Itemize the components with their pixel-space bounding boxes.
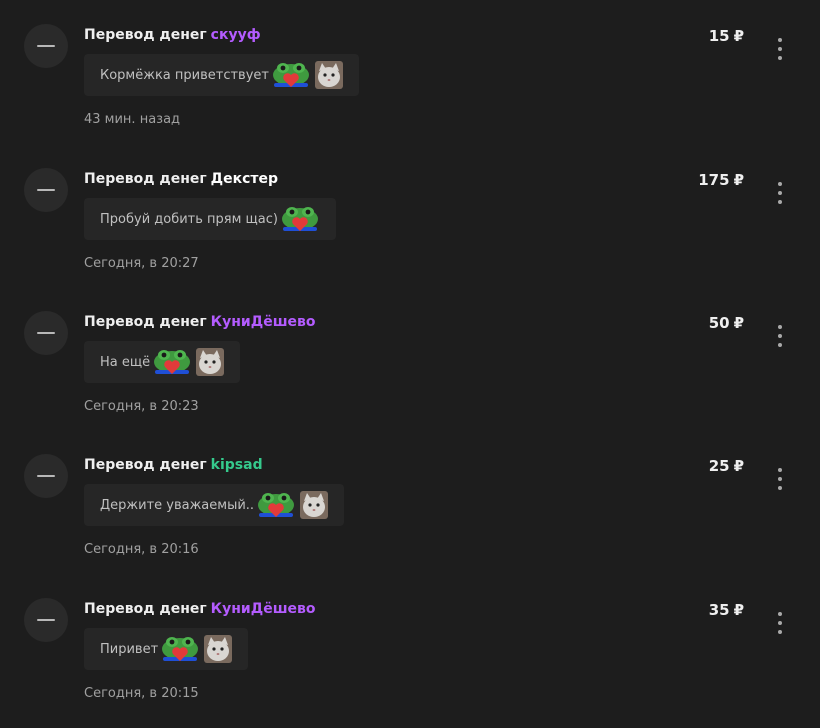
frog-heart-emote xyxy=(160,635,200,663)
avatar xyxy=(24,598,68,642)
cat-emote xyxy=(314,61,343,89)
transfer-item: Перевод денег КуниДёшево 35 ₽ Пиривет Се… xyxy=(0,588,820,728)
minus-icon xyxy=(37,332,55,334)
transfer-item: Перевод денег скууф 15 ₽ Кормёжка приветст… xyxy=(0,14,820,154)
message-bubble: На ещё xyxy=(84,341,241,383)
transfer-amount: 50 ₽ xyxy=(709,313,744,333)
transfer-item: Перевод денег kipsad 25 ₽ Держите уважаемы… xyxy=(0,444,820,584)
more-vertical-icon[interactable] xyxy=(776,38,784,60)
avatar xyxy=(24,24,68,68)
message-bubble: Держите уважаемый.. xyxy=(84,484,345,526)
message-bubble: Кормёжка приветствует xyxy=(84,54,359,96)
amount-value: 50 xyxy=(708,314,730,332)
frog-heart-emote xyxy=(256,491,296,519)
sender-name[interactable]: kipsad xyxy=(211,457,263,473)
frog-heart-emote xyxy=(271,61,311,89)
transfer-time: Сегодня, в 20:27 xyxy=(84,256,199,271)
message-text: Кормёжка приветствует xyxy=(100,67,269,83)
frog-heart-emote xyxy=(280,205,320,233)
currency-symbol: ₽ xyxy=(733,457,744,475)
message-bubble: Пиривет xyxy=(84,628,249,670)
transfer-label: Перевод денег xyxy=(84,457,207,473)
amount-value: 35 xyxy=(708,601,730,619)
avatar xyxy=(24,454,68,498)
currency-symbol: ₽ xyxy=(733,171,744,189)
transfer-title: Перевод денег скууф xyxy=(84,26,261,44)
transfer-label: Перевод денег xyxy=(84,314,207,330)
transfer-label: Перевод денег xyxy=(84,601,207,617)
sender-name[interactable]: скууф xyxy=(211,27,261,43)
more-vertical-icon[interactable] xyxy=(776,612,784,634)
transfer-amount: 25 ₽ xyxy=(709,456,744,476)
transfer-feed: Перевод денег скууф 15 ₽ Кормёжка приветст… xyxy=(0,0,820,712)
transfer-item: Перевод денег Декстер 175 ₽ Пробуй добить … xyxy=(0,158,820,298)
transfer-time: Сегодня, в 20:23 xyxy=(84,399,199,414)
currency-symbol: ₽ xyxy=(733,27,744,45)
transfer-time: Сегодня, в 20:16 xyxy=(84,542,199,557)
transfer-amount: 175 ₽ xyxy=(698,170,744,190)
message-bubble: Пробуй добить прям щас) xyxy=(84,198,336,240)
transfer-label: Перевод денег xyxy=(84,171,207,187)
cat-emote xyxy=(300,491,329,519)
transfer-title: Перевод денег kipsad xyxy=(84,456,263,474)
sender-name[interactable]: Декстер xyxy=(211,171,278,187)
transfer-time: 43 мин. назад xyxy=(84,112,181,127)
transfer-time: Сегодня, в 20:15 xyxy=(84,686,199,701)
transfer-title: Перевод денег Декстер xyxy=(84,170,278,188)
more-vertical-icon[interactable] xyxy=(776,182,784,204)
message-text: Пробуй добить прям щас) xyxy=(100,211,278,227)
transfer-label: Перевод денег xyxy=(84,27,207,43)
transfer-item: Перевод денег КуниДёшево 50 ₽ На ещё Сег… xyxy=(0,301,820,441)
message-text: Держите уважаемый.. xyxy=(100,497,255,513)
sender-name[interactable]: КуниДёшево xyxy=(211,601,316,617)
message-text: На ещё xyxy=(100,354,151,370)
currency-symbol: ₽ xyxy=(733,601,744,619)
more-vertical-icon[interactable] xyxy=(776,468,784,490)
amount-value: 15 xyxy=(708,27,730,45)
currency-symbol: ₽ xyxy=(733,314,744,332)
more-vertical-icon[interactable] xyxy=(776,325,784,347)
avatar xyxy=(24,168,68,212)
message-text: Пиривет xyxy=(100,641,159,657)
minus-icon xyxy=(37,475,55,477)
cat-emote xyxy=(204,635,233,663)
cat-emote xyxy=(196,348,225,376)
transfer-amount: 35 ₽ xyxy=(709,600,744,620)
frog-heart-emote xyxy=(152,348,192,376)
amount-value: 25 xyxy=(708,457,730,475)
transfer-title: Перевод денег КуниДёшево xyxy=(84,313,316,331)
minus-icon xyxy=(37,619,55,621)
minus-icon xyxy=(37,45,55,47)
avatar xyxy=(24,311,68,355)
transfer-amount: 15 ₽ xyxy=(709,26,744,46)
minus-icon xyxy=(37,189,55,191)
sender-name[interactable]: КуниДёшево xyxy=(211,314,316,330)
transfer-title: Перевод денег КуниДёшево xyxy=(84,600,316,618)
amount-value: 175 xyxy=(698,171,730,189)
